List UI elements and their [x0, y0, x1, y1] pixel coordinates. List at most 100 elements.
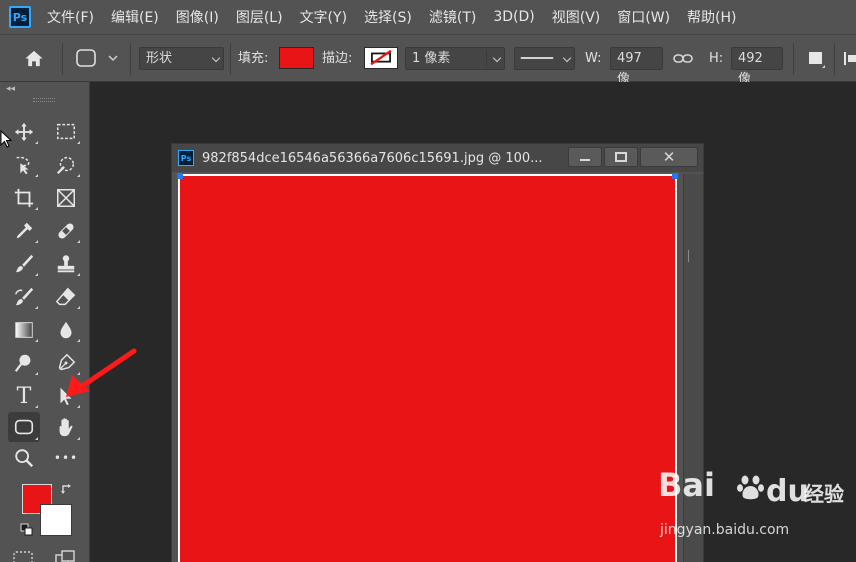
tool-flyout-indicator — [77, 405, 80, 408]
object-selection-tool[interactable] — [8, 151, 40, 179]
crop-tool[interactable] — [8, 184, 40, 212]
separator — [62, 43, 63, 75]
home-button[interactable] — [22, 47, 50, 70]
tool-flyout-indicator — [35, 339, 38, 342]
menu-select[interactable]: 选择(S) — [364, 7, 412, 27]
tool-flyout-indicator — [35, 437, 38, 440]
menu-layer[interactable]: 图层(L) — [236, 7, 283, 27]
path-alignment-button[interactable] — [842, 47, 856, 70]
scrollbar-grip[interactable] — [688, 250, 689, 262]
separator — [230, 43, 231, 75]
maximize-button[interactable] — [604, 147, 638, 167]
fill-color-swatch[interactable] — [279, 47, 314, 69]
eyedropper-tool[interactable] — [8, 217, 40, 245]
brush-icon — [15, 254, 34, 273]
fill-color — [280, 48, 313, 68]
quick-selection-icon — [56, 156, 75, 175]
rounded-rectangle-shape[interactable] — [180, 176, 675, 562]
tool-flyout-indicator — [35, 141, 38, 144]
menu-help[interactable]: 帮助(H) — [687, 7, 736, 27]
blur-tool[interactable] — [50, 316, 82, 344]
clone-stamp-tool[interactable] — [50, 250, 82, 278]
rounded-rect-preset-icon — [76, 49, 118, 67]
stamp-icon — [57, 255, 75, 273]
shape-anchor-top-left[interactable] — [177, 173, 183, 179]
menu-3d[interactable]: 3D(D) — [493, 9, 534, 25]
collapse-panel-icon[interactable]: ◂◂ — [6, 84, 15, 94]
frame-tool[interactable] — [50, 184, 82, 212]
chevron-down-icon — [562, 53, 572, 63]
tool-flyout-indicator — [77, 339, 80, 342]
menu-edit[interactable]: 编辑(E) — [111, 7, 159, 27]
height-field[interactable]: 492 像 — [731, 47, 783, 87]
chevron-down-icon — [492, 53, 502, 63]
width-field[interactable]: 497 像 — [610, 47, 663, 87]
horizontal-type-tool[interactable]: T — [8, 382, 40, 410]
baidu-jingyan-watermark: Bai du 经验 jingyan.baidu.com — [658, 466, 848, 546]
menu-image[interactable]: 图像(I) — [176, 7, 219, 27]
zoom-tool[interactable] — [8, 444, 40, 472]
fill-label: 填充: — [238, 51, 269, 66]
photoshop-window: Ps 文件(F) 编辑(E) 图像(I) 图层(L) 文字(Y) 选择(S) 滤… — [0, 0, 856, 562]
tool-preset-picker[interactable] — [74, 47, 124, 70]
tool-flyout-indicator — [35, 207, 38, 210]
menu-type[interactable]: 文字(Y) — [300, 7, 347, 27]
edit-toolbar-button[interactable]: ••• — [50, 444, 82, 472]
separator — [130, 43, 131, 75]
document-window: Ps 982f854dce16546a56366a7606c15691.jpg … — [171, 143, 704, 562]
dodge-tool[interactable] — [8, 349, 40, 377]
stroke-color-swatch[interactable] — [364, 47, 398, 69]
mouse-cursor-icon — [0, 130, 12, 148]
path-operations-button[interactable] — [804, 47, 828, 70]
watermark-bai: Bai — [658, 466, 715, 504]
link-dimensions-button[interactable] — [672, 47, 694, 70]
red-arrow-annotation — [66, 348, 137, 397]
menu-filter[interactable]: 滤镜(T) — [429, 7, 476, 27]
path-operations-icon — [809, 52, 825, 68]
marquee-icon — [57, 123, 75, 140]
close-icon: ✕ — [662, 148, 676, 166]
tool-flyout-indicator — [35, 174, 38, 177]
brush-tool[interactable] — [8, 250, 40, 278]
separator — [793, 43, 794, 75]
quick-selection-tool[interactable] — [50, 151, 82, 179]
hand-tool[interactable] — [50, 412, 82, 442]
tool-flyout-indicator — [77, 306, 80, 309]
tool-flyout-indicator — [77, 141, 80, 144]
stroke-width-field[interactable]: 1 像素 — [405, 47, 505, 70]
default-colors-icon[interactable] — [20, 523, 34, 537]
watermark-jingyan: 经验 — [804, 482, 844, 506]
background-color-swatch[interactable] — [40, 504, 72, 536]
dodge-icon — [14, 354, 31, 372]
minimize-button[interactable] — [568, 147, 602, 167]
home-icon — [25, 50, 43, 67]
height-label: H: — [709, 51, 724, 66]
gradient-tool[interactable] — [8, 316, 40, 344]
menu-view[interactable]: 视图(V) — [552, 7, 601, 27]
screen-mode-icon[interactable] — [54, 550, 76, 562]
tool-flyout-indicator — [35, 306, 38, 309]
rounded-rectangle-tool[interactable] — [8, 412, 40, 442]
document-canvas[interactable] — [177, 173, 678, 562]
menu-window[interactable]: 窗口(W) — [617, 7, 670, 27]
hand-icon — [59, 418, 73, 437]
path-alignment-icon — [844, 52, 856, 65]
photoshop-document-icon: Ps — [178, 150, 194, 166]
eraser-tool[interactable] — [50, 283, 82, 311]
shape-anchor-top-right[interactable] — [672, 173, 678, 179]
tool-flyout-indicator — [77, 437, 80, 440]
rectangular-marquee-tool[interactable] — [50, 118, 82, 146]
solid-line-icon — [520, 57, 554, 59]
eraser-icon — [55, 287, 76, 306]
swap-colors-icon[interactable] — [60, 482, 74, 496]
watermark-url: jingyan.baidu.com — [660, 522, 790, 538]
close-button[interactable]: ✕ — [640, 147, 698, 167]
healing-brush-tool[interactable] — [50, 217, 82, 245]
mode-select[interactable]: 形状 — [139, 47, 224, 70]
move-tool[interactable] — [8, 118, 40, 146]
history-brush-tool[interactable] — [8, 283, 40, 311]
menu-file[interactable]: 文件(F) — [47, 7, 94, 27]
stroke-type-select[interactable] — [514, 47, 575, 70]
panel-grip[interactable] — [33, 98, 55, 102]
quick-mask-icon[interactable] — [12, 550, 34, 562]
